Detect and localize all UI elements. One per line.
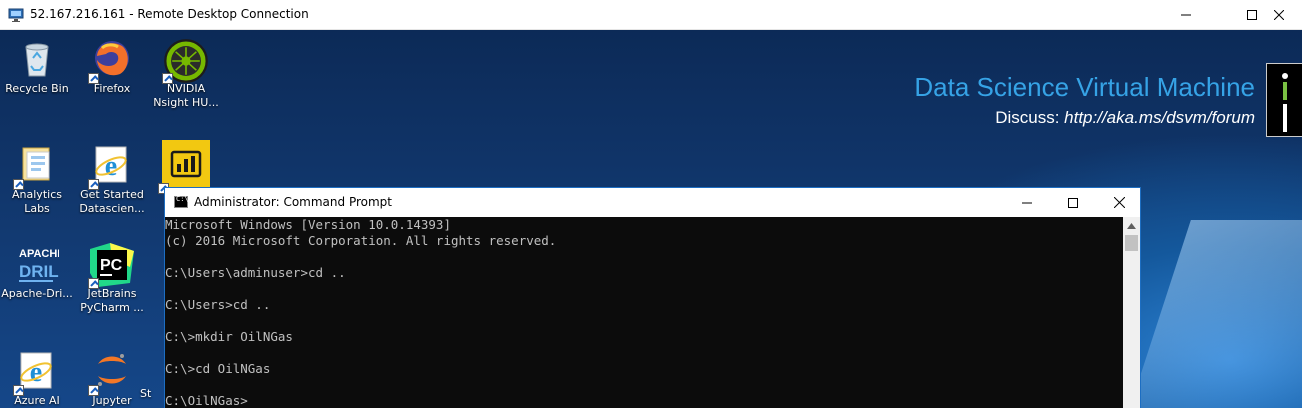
internet-explorer-icon: e <box>13 350 57 396</box>
firefox-icon <box>88 38 132 84</box>
svg-text:APACHE: APACHE <box>19 248 59 260</box>
rdp-titlebar: 52.167.216.161 - Remote Desktop Connecti… <box>0 0 1302 30</box>
recycle-bin-icon <box>17 38 57 78</box>
desktop-icon-power-bi[interactable] <box>149 140 223 194</box>
maximize-icon <box>1068 197 1078 208</box>
cmd-maximize-button[interactable] <box>1050 188 1096 217</box>
shortcut-arrow-icon <box>13 385 24 396</box>
remote-desktop-icon <box>8 8 24 22</box>
minimize-button[interactable] <box>1163 0 1209 30</box>
command-prompt-icon <box>174 195 189 208</box>
power-bi-icon <box>158 140 210 194</box>
shortcut-arrow-icon <box>162 73 173 84</box>
console-output[interactable]: Microsoft Windows [Version 10.0.14393] (… <box>165 217 1123 408</box>
desktop-icon-apache-drill[interactable]: APACHE DRILL Apache-Dri... <box>0 243 74 301</box>
jupyter-icon <box>88 350 132 396</box>
console-line: C:\Users>cd .. <box>165 297 271 312</box>
pycharm-icon: PC <box>88 243 134 289</box>
scroll-up-button[interactable] <box>1123 217 1140 234</box>
cmd-minimize-button[interactable] <box>1004 188 1050 217</box>
cmd-window-title: Administrator: Command Prompt <box>194 195 392 209</box>
desktop-icon-pycharm[interactable]: PC JetBrains PyCharm ... <box>75 243 149 315</box>
close-icon <box>1274 10 1284 20</box>
shortcut-arrow-icon <box>13 179 24 190</box>
desktop-icon-partial[interactable]: St <box>140 387 164 401</box>
folder-icon <box>13 144 57 190</box>
shortcut-arrow-icon <box>88 73 99 84</box>
desktop-icon-analytics-labs[interactable]: Analytics Labs <box>0 144 74 216</box>
console-line: (c) 2016 Microsoft Corporation. All righ… <box>165 233 557 248</box>
svg-text:PC: PC <box>100 257 123 274</box>
shortcut-arrow-icon <box>88 179 99 190</box>
shortcut-arrow-icon <box>88 278 99 289</box>
cmd-close-button[interactable] <box>1096 188 1142 217</box>
wallpaper-heading: Data Science Virtual Machine <box>914 72 1255 102</box>
svg-text:e: e <box>105 151 117 182</box>
vertical-scrollbar[interactable] <box>1123 217 1140 408</box>
console-line: Microsoft Windows [Version 10.0.14393] <box>165 217 451 232</box>
chevron-up-icon <box>1127 222 1136 229</box>
wallpaper-discuss: Discuss: http://aka.ms/dsvm/forum <box>995 108 1255 127</box>
command-prompt-window[interactable]: Administrator: Command Prompt Microsoft … <box>164 187 1141 408</box>
desktop-icon-jupyter[interactable]: Jupyter <box>75 350 149 408</box>
nvidia-nsight-icon <box>162 38 208 84</box>
console-line: C:\>mkdir OilNGas <box>165 329 293 344</box>
internet-explorer-icon: e <box>88 144 132 190</box>
desktop-icon-firefox[interactable]: Firefox <box>75 38 149 96</box>
close-button[interactable] <box>1256 0 1302 30</box>
console-line: C:\Users\adminuser>cd .. <box>165 265 346 280</box>
desktop-icon-nvidia-nsight[interactable]: NVIDIA Nsight HU... <box>149 38 223 110</box>
desktop-icon-get-started[interactable]: e Get Started Datascien... <box>75 144 149 216</box>
minimize-icon <box>1181 14 1191 16</box>
dsvm-logo <box>1266 63 1302 137</box>
close-icon <box>1113 197 1125 208</box>
desktop-icon-recycle-bin[interactable]: Recycle Bin <box>0 38 74 96</box>
console-line: C:\>cd OilNGas <box>165 361 271 376</box>
svg-text:e: e <box>30 357 42 388</box>
window-title: 52.167.216.161 - Remote Desktop Connecti… <box>30 7 309 21</box>
cmd-titlebar[interactable]: Administrator: Command Prompt <box>165 188 1140 217</box>
apache-drill-icon: APACHE DRILL <box>17 243 69 283</box>
wallpaper-light <box>1129 220 1302 408</box>
scrollbar-thumb[interactable] <box>1125 235 1138 251</box>
minimize-icon <box>1022 202 1032 203</box>
console-prompt-line[interactable]: C:\OilNGas> <box>165 393 1123 408</box>
desktop-icon-azure-ai[interactable]: e Azure AI <box>0 350 74 408</box>
svg-text:DRILL: DRILL <box>19 262 59 281</box>
shortcut-arrow-icon <box>88 385 99 396</box>
